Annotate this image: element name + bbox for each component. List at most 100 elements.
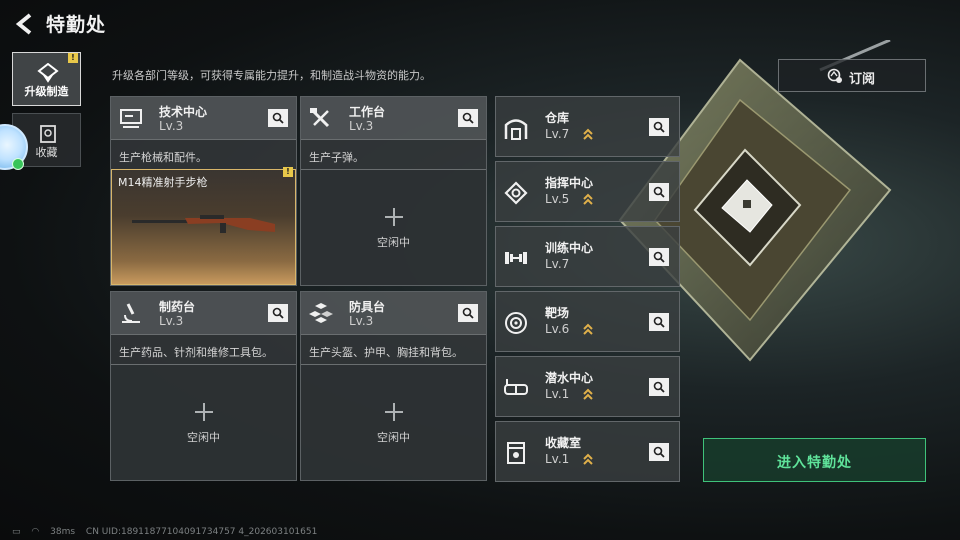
station-level: Lv.7: [545, 127, 570, 141]
slot-status: 空闲中: [377, 431, 410, 444]
station-dive-center[interactable]: 潜水中心 Lv.1: [495, 356, 680, 417]
facility-level: Lv.3: [159, 119, 184, 133]
facility-card-tech-center: 技术中心 Lv.3 生产枪械和配件。 M14精准射手步枪 !: [110, 96, 297, 286]
search-icon: [272, 307, 284, 319]
subscribe-button[interactable]: 订阅: [778, 59, 926, 92]
enter-label: 进入特勤处: [777, 455, 852, 471]
search-button[interactable]: [649, 443, 669, 461]
facility-description: 生产子弹。: [309, 151, 364, 164]
station-level: Lv.1: [545, 387, 570, 401]
card-header[interactable]: 制药台 Lv.3: [111, 292, 296, 335]
station-shooting-range[interactable]: 靶场 Lv.6: [495, 291, 680, 352]
search-button[interactable]: [649, 378, 669, 396]
upgrade-icon: [37, 63, 59, 83]
card-header[interactable]: 防具台 Lv.3: [301, 292, 486, 335]
facility-name: 工作台: [349, 105, 386, 119]
search-button[interactable]: [268, 304, 288, 322]
microscope-icon: [122, 303, 140, 323]
facility-card-workbench: 工作台 Lv.3 生产子弹。 空闲中: [300, 96, 487, 286]
search-button[interactable]: [649, 183, 669, 201]
production-slot-weapon[interactable]: M14精准射手步枪 !: [111, 167, 296, 285]
rifle-image: [132, 215, 275, 233]
station-collection-room[interactable]: 收藏室 Lv.1: [495, 421, 680, 482]
facility-card-armor: 防具台 Lv.3 生产头盔、护甲、胸挂和背包。 空闲中: [300, 291, 487, 481]
search-button[interactable]: [458, 109, 478, 127]
search-icon: [462, 307, 474, 319]
upgrade-available-icon: [583, 323, 593, 335]
search-icon: [653, 186, 665, 198]
page-title: 特勤处: [46, 14, 107, 36]
slot-status: 空闲中: [377, 236, 410, 249]
search-icon: [462, 112, 474, 124]
computer-icon: [120, 109, 142, 128]
station-level: Lv.5: [545, 192, 570, 206]
warehouse-icon: [504, 119, 528, 140]
plus-icon: [384, 208, 403, 226]
warning-badge: !: [283, 167, 293, 177]
status-bar: ▭ ◠ 38ms CN UID:18911877104091734757 4_2…: [12, 527, 325, 537]
facility-level: Lv.3: [349, 119, 374, 133]
warning-badge: !: [68, 53, 78, 63]
enter-special-ops-button[interactable]: 进入特勤处: [703, 438, 926, 482]
upgrade-available-icon: [583, 128, 593, 140]
wifi-icon: ◠: [31, 527, 40, 537]
search-icon: [653, 446, 665, 458]
collection-icon: [40, 125, 56, 143]
station-level: Lv.1: [545, 452, 570, 466]
search-icon: [653, 121, 665, 133]
dive-goggles-icon: [504, 379, 528, 395]
station-name: 仓库: [545, 111, 570, 125]
slot-status: 空闲中: [187, 431, 220, 444]
facility-description: 生产头盔、护甲、胸挂和背包。: [309, 346, 463, 359]
search-button[interactable]: [458, 304, 478, 322]
station-name: 指挥中心: [545, 176, 594, 190]
production-slot-empty[interactable]: 空闲中: [111, 364, 296, 480]
weapon-name: M14精准射手步枪: [118, 176, 208, 189]
upgrade-available-icon: [583, 388, 593, 400]
search-icon: [653, 251, 665, 263]
search-button[interactable]: [649, 248, 669, 266]
battery-icon: ▭: [12, 527, 21, 537]
station-name: 潜水中心: [545, 371, 594, 385]
page-subtitle: 升级各部门等级，可获得专属能力提升，和制造战斗物资的能力。: [112, 69, 431, 82]
station-warehouse[interactable]: 仓库 Lv.7: [495, 96, 680, 157]
facility-name: 防具台: [349, 300, 386, 314]
plus-icon: [194, 403, 213, 421]
search-icon: [653, 316, 665, 328]
station-command-center[interactable]: 指挥中心 Lv.5: [495, 161, 680, 222]
back-arrow-icon[interactable]: [14, 12, 36, 36]
search-button[interactable]: [268, 109, 288, 127]
nav-label: 升级制造: [24, 85, 69, 98]
command-chip-icon: [504, 181, 528, 205]
assistant-status-dot: [12, 158, 24, 170]
search-button[interactable]: [649, 313, 669, 331]
station-level: Lv.7: [545, 257, 570, 271]
facility-description: 生产药品、针剂和维修工具包。: [119, 346, 273, 359]
search-icon: [272, 112, 284, 124]
search-button[interactable]: [649, 118, 669, 136]
ping-value: 38ms: [50, 527, 76, 537]
facility-level: Lv.3: [159, 314, 184, 328]
nav-upgrade-craft[interactable]: ! 升级制造: [12, 52, 81, 106]
production-slot-empty[interactable]: 空闲中: [301, 364, 486, 480]
uid-text: CN UID:18911877104091734757 4_2026031016…: [85, 527, 318, 537]
armor-cubes-icon: [309, 303, 333, 323]
search-icon: [653, 381, 665, 393]
upgrade-available-icon: [583, 453, 593, 465]
facility-description: 生产枪械和配件。: [119, 151, 207, 164]
production-slot-empty[interactable]: 空闲中: [301, 169, 486, 285]
target-icon: [505, 312, 527, 334]
subscribe-label: 订阅: [849, 72, 876, 87]
station-level: Lv.6: [545, 322, 570, 336]
facility-name: 制药台: [159, 300, 196, 314]
card-header[interactable]: 工作台 Lv.3: [301, 97, 486, 140]
collection-room-icon: [507, 442, 525, 464]
dumbbell-icon: [505, 252, 527, 264]
tools-icon: [310, 108, 330, 128]
facility-level: Lv.3: [349, 314, 374, 328]
plus-icon: [384, 403, 403, 421]
facility-name: 技术中心: [159, 105, 208, 119]
card-header[interactable]: 技术中心 Lv.3: [111, 97, 296, 140]
station-training-center[interactable]: 训练中心 Lv.7: [495, 226, 680, 287]
station-name: 靶场: [545, 306, 570, 320]
